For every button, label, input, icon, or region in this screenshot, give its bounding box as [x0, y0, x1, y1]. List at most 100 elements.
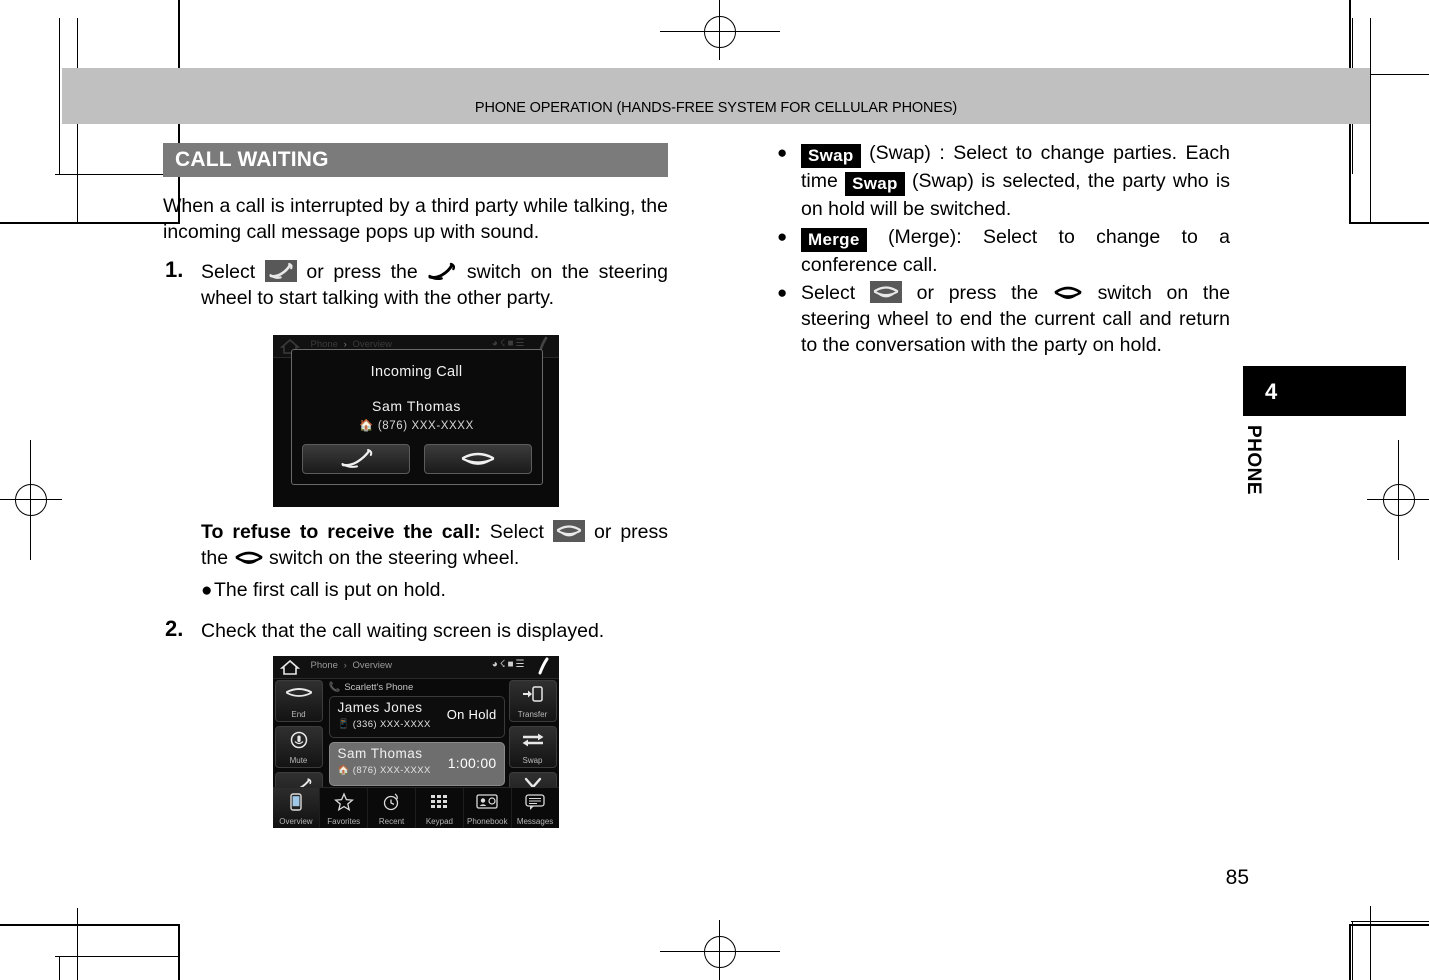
call-card-on-hold[interactable]: James Jones 📱 (336) XXX-XXXX On Hold — [328, 696, 505, 738]
page-number: 85 — [1225, 866, 1249, 889]
note-text: The first call is put on hold. — [214, 579, 446, 601]
handset-icon — [533, 657, 555, 676]
crop-mark-tl-h2 — [55, 174, 180, 175]
swap-arrows-icon — [510, 731, 556, 754]
step-1-text-b: or press the — [306, 261, 418, 283]
tab-favorites[interactable]: Favorites — [320, 788, 369, 828]
call-card-active-number-row: 🏠 (876) XXX-XXXX — [338, 765, 431, 776]
answer-call-icon — [340, 449, 372, 468]
bullet-icon: ● — [777, 283, 788, 302]
end-call-button[interactable]: End — [274, 680, 323, 722]
swap-call-button[interactable]: Swap — [508, 726, 557, 768]
home-phone-icon: 🏠 — [337, 765, 350, 776]
tab-keypad[interactable]: Keypad — [416, 788, 464, 828]
incoming-call-dialog: Incoming Call Sam Thomas 🏠 (876) XXX-XXX… — [290, 349, 543, 485]
intro-paragraph: When a call is interrupted by a third pa… — [163, 195, 668, 243]
tab-recent-label: Recent — [378, 817, 405, 826]
keypad-grid-icon — [416, 792, 463, 817]
call-card-active[interactable]: Sam Thomas 🏠 (876) XXX-XXXX 1:00:00 — [328, 742, 505, 786]
refuse-text-c: switch on the steering wheel. — [268, 547, 520, 569]
tab-recent[interactable]: Recent — [368, 788, 416, 828]
call-card-hold-number-row: 📱 (336) XXX-XXXX — [338, 719, 431, 730]
steering-end-switch-icon — [1053, 283, 1083, 303]
mute-button[interactable]: Mute — [274, 726, 323, 768]
tab-overview[interactable]: Overview — [272, 788, 321, 828]
crop-mark-bl-v2 — [59, 956, 60, 980]
transfer-call-label: Transfer — [517, 710, 548, 719]
callwaiting-breadcrumb-sep: › — [343, 660, 347, 671]
callwaiting-status-bar: Phone › Overview ◕☇■☰ — [272, 656, 559, 679]
incoming-caller-number-row: 🏠 (876) XXX-XXXX — [292, 418, 542, 432]
step-1-text-a: Select — [201, 261, 256, 283]
incoming-caller-number: (876) XXX-XXXX — [377, 420, 474, 432]
crop-mark-br-v2 — [1370, 906, 1371, 980]
bullet-end-text-a: Select — [801, 282, 856, 304]
callwaiting-breadcrumb-root: Phone — [310, 660, 338, 671]
bullet-end-call: ● Select or press the switch on the stee… — [775, 280, 1230, 358]
phonebook-contact-icon — [464, 792, 511, 817]
incoming-answer-button[interactable] — [301, 444, 410, 474]
bullet-swap: ● Swap (Swap) : Select to change parties… — [775, 140, 1230, 222]
callwaiting-breadcrumb-leaf: Overview — [352, 660, 393, 671]
section-title-bar: CALL WAITING — [163, 143, 668, 177]
overview-phone-icon — [273, 792, 320, 817]
note-first-call-hold: ●The first call is put on hold. — [201, 577, 668, 604]
step-2-text: Check that the call waiting screen is di… — [201, 620, 605, 642]
crop-mark-br-h1 — [1349, 924, 1429, 926]
mute-label: Mute — [289, 756, 308, 765]
crop-mark-tr-h1 — [1349, 222, 1429, 224]
crop-mark-bl-h2 — [55, 956, 180, 957]
merge-key-chip: Merge — [801, 228, 867, 252]
crop-mark-tl-v2 — [59, 18, 60, 174]
messages-bubble-icon — [512, 792, 559, 817]
swap-call-label: Swap — [522, 756, 543, 765]
home-icon[interactable] — [278, 658, 302, 676]
tab-phonebook[interactable]: Phonebook — [464, 788, 512, 828]
tab-favorites-label: Favorites — [327, 817, 361, 826]
call-card-hold-name: James Jones — [337, 700, 423, 715]
refuse-text-a: Select — [489, 521, 544, 543]
transfer-call-button[interactable]: Transfer — [508, 680, 557, 722]
incoming-reject-button[interactable] — [423, 444, 532, 474]
incoming-status-indicator-icons: ◕☇■☰ — [491, 338, 527, 349]
call-card-active-name: Sam Thomas — [337, 746, 423, 761]
crop-mark-tr-v2 — [1370, 18, 1371, 224]
registration-mark-top — [660, 0, 780, 60]
transfer-call-icon — [510, 685, 556, 708]
mobile-phone-icon: 📱 — [337, 719, 350, 730]
crop-mark-tl-h1 — [0, 222, 180, 224]
crop-mark-br-v3 — [1352, 921, 1353, 980]
bullet-icon: ● — [777, 227, 788, 246]
tab-messages[interactable]: Messages — [512, 788, 559, 828]
end-call-label: End — [291, 710, 306, 719]
bullet-icon: ● — [777, 143, 788, 162]
end-call-icon — [461, 452, 494, 465]
end-call-icon — [552, 520, 585, 542]
crop-mark-br-h2 — [1351, 921, 1429, 922]
chapter-label: PHONE — [1243, 425, 1264, 496]
steering-end-switch-icon — [234, 548, 264, 568]
callwaiting-source-label: Scarlett's Phone — [344, 682, 414, 693]
screenshot-incoming-call: Phone › Overview ◕☇■☰ Incoming Call Sam … — [272, 335, 559, 507]
callwaiting-tab-bar: Overview Favorites Recent Keypad Phonebo… — [272, 787, 559, 828]
callwaiting-breadcrumb: Phone › Overview — [311, 660, 393, 671]
step-2-number: 2. — [165, 616, 184, 641]
phone-source-icon: 📞 — [328, 682, 341, 693]
answer-call-icon — [264, 260, 297, 282]
tab-keypad-label: Keypad — [425, 817, 453, 826]
crop-mark-bl-v3 — [77, 908, 78, 980]
crop-mark-bl-h1 — [0, 924, 180, 926]
tab-overview-label: Overview — [279, 817, 313, 826]
note-bullet-icon: ● — [201, 580, 213, 601]
registration-mark-bottom — [660, 920, 780, 980]
swap-key-chip-1: Swap — [801, 144, 861, 168]
tab-messages-label: Messages — [516, 817, 554, 826]
bullet-merge: ● Merge (Merge): Select to change to a c… — [775, 224, 1230, 278]
left-column: CALL WAITING When a call is interrupted … — [163, 143, 668, 828]
swap-key-chip-2: Swap — [845, 172, 905, 196]
step-1: 1. Select or press the switch on the ste… — [163, 257, 668, 311]
callwaiting-status-indicator-icons: ◕☇■☰ — [491, 659, 527, 670]
screenshot-call-waiting: Phone › Overview ◕☇■☰ End Mute Transfer … — [272, 656, 559, 828]
end-call-icon — [276, 685, 322, 706]
chapter-tab: 4 — [1243, 366, 1406, 416]
